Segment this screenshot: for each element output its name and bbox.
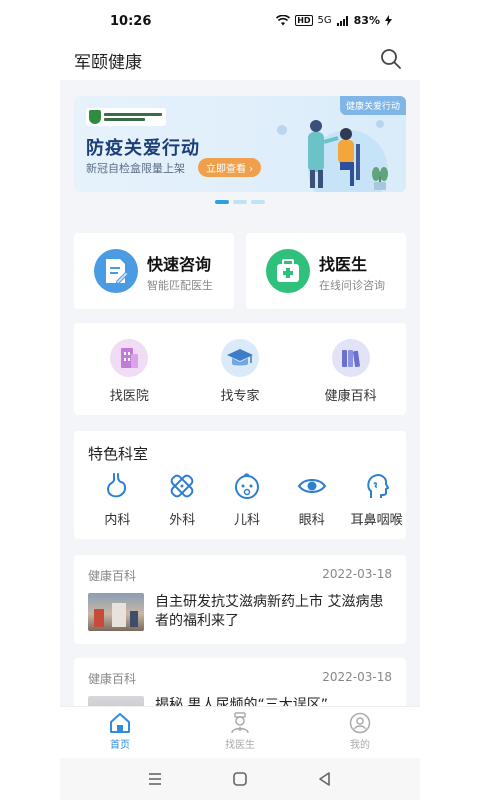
tab-find-doctor-label: 找医生 (225, 740, 255, 751)
graduation-cap-icon (220, 339, 259, 377)
dept-pediatrics-label: 儿科 (233, 513, 260, 528)
tab-home[interactable]: 首页 (60, 707, 180, 758)
medical-kit-icon (266, 249, 310, 293)
health-wiki-button[interactable]: 健康百科 (301, 339, 401, 415)
hospital-logo-text (104, 112, 162, 122)
books-icon (331, 339, 370, 377)
banner-subtitle: 新冠自检盒限量上架 (86, 162, 185, 175)
status-time: 10:26 (110, 14, 152, 29)
tab-home-label: 首页 (110, 740, 130, 751)
quick-consult-card[interactable]: 快速咨询 智能匹配医生 (74, 233, 234, 309)
banner-headline: 防疫关爱行动 (86, 138, 200, 159)
find-doctor-card[interactable]: 找医生 在线问诊咨询 (246, 233, 406, 309)
status-icons: HD 5G 83% (276, 14, 392, 27)
signal-icon (336, 15, 348, 26)
dept-ent[interactable]: 耳鼻咽喉 (347, 471, 406, 528)
pagination-dot[interactable] (251, 200, 265, 204)
dept-internal-medicine[interactable]: 内科 (88, 471, 147, 528)
system-nav-bar (60, 758, 420, 800)
find-hospital-button[interactable]: 找医院 (79, 339, 179, 415)
document-pen-icon (94, 249, 138, 293)
departments-title: 特色科室 (88, 445, 149, 463)
home-icon (110, 713, 130, 733)
dept-pediatrics[interactable]: 儿科 (218, 471, 277, 528)
hd-badge: HD (295, 15, 313, 26)
status-bar: 10:26 HD 5G 83% (60, 0, 420, 40)
battery-level: 83% (353, 14, 380, 27)
article-category: 健康百科 (88, 672, 137, 686)
article-headline: 自主研发抗艾滋病新药上市 艾滋病患者的福利来了 (155, 594, 384, 629)
dept-ent-label: 耳鼻咽喉 (350, 513, 403, 528)
banner-cta-button[interactable]: 立即查看 › (198, 158, 262, 177)
tab-profile-label: 我的 (350, 740, 370, 751)
search-icon[interactable] (380, 48, 402, 70)
bottom-tab-bar: 首页 找医生 我的 (60, 706, 420, 758)
article-card[interactable]: 健康百科 2022-03-18 自主研发抗艾滋病新药上市 艾滋病患者的福利来了 (74, 555, 406, 644)
dept-ophthalmology[interactable]: 眼科 (282, 471, 341, 528)
bandage-icon (170, 474, 194, 498)
network-label: 5G (317, 15, 332, 26)
find-doctor-label: 找医生 (319, 255, 368, 274)
quick-consult-sub: 智能匹配医生 (147, 279, 213, 292)
wifi-icon (276, 15, 291, 26)
find-expert-label: 找专家 (220, 389, 260, 404)
pagination-dot[interactable] (233, 200, 247, 204)
dept-internal-label: 内科 (104, 513, 131, 528)
app-title: 军颐健康 (74, 53, 142, 73)
charging-icon (385, 15, 392, 26)
baby-face-icon (234, 473, 259, 499)
hospital-building-icon (110, 339, 149, 377)
shield-icon (89, 110, 101, 124)
article-category: 健康百科 (88, 569, 137, 583)
user-icon (349, 712, 371, 734)
dept-ophthalmology-label: 眼科 (298, 513, 325, 528)
eye-icon (297, 479, 327, 493)
stomach-icon (107, 473, 127, 498)
dept-surgery-label: 外科 (169, 513, 196, 528)
service-nav-panel: 找医院 找专家 健康百科 (74, 323, 406, 415)
hospital-logo (86, 108, 166, 126)
banner-pagination (60, 200, 420, 204)
head-profile-icon (366, 474, 389, 498)
promo-banner[interactable]: 防疫关爱行动 新冠自检盒限量上架 立即查看 › 健康关爱行动 (74, 96, 406, 192)
article-date: 2022-03-18 (322, 567, 392, 581)
home-button-icon[interactable] (231, 770, 249, 788)
menu-icon[interactable] (146, 770, 164, 788)
back-icon[interactable] (316, 770, 334, 788)
article-thumbnail (88, 593, 144, 631)
phone-screen: 10:26 HD 5G 83% 军颐健康 防疫关爱行动 新冠自检盒限量上架 立即… (60, 0, 420, 800)
find-hospital-label: 找医院 (109, 389, 149, 404)
departments-panel: 特色科室 内科 外科 儿科 眼科 耳鼻咽喉 (74, 431, 406, 539)
app-header: 军颐健康 (60, 40, 420, 80)
find-doctor-sub: 在线问诊咨询 (319, 279, 385, 292)
dept-surgery[interactable]: 外科 (153, 471, 212, 528)
article-date: 2022-03-18 (322, 670, 392, 684)
pagination-dot[interactable] (215, 200, 229, 204)
doctor-icon (231, 712, 249, 734)
tab-profile[interactable]: 我的 (300, 707, 420, 758)
tab-find-doctor[interactable]: 找医生 (180, 707, 300, 758)
health-wiki-label: 健康百科 (324, 389, 377, 404)
banner-illustration (277, 120, 388, 192)
find-expert-button[interactable]: 找专家 (190, 339, 290, 415)
quick-consult-label: 快速咨询 (147, 255, 212, 274)
